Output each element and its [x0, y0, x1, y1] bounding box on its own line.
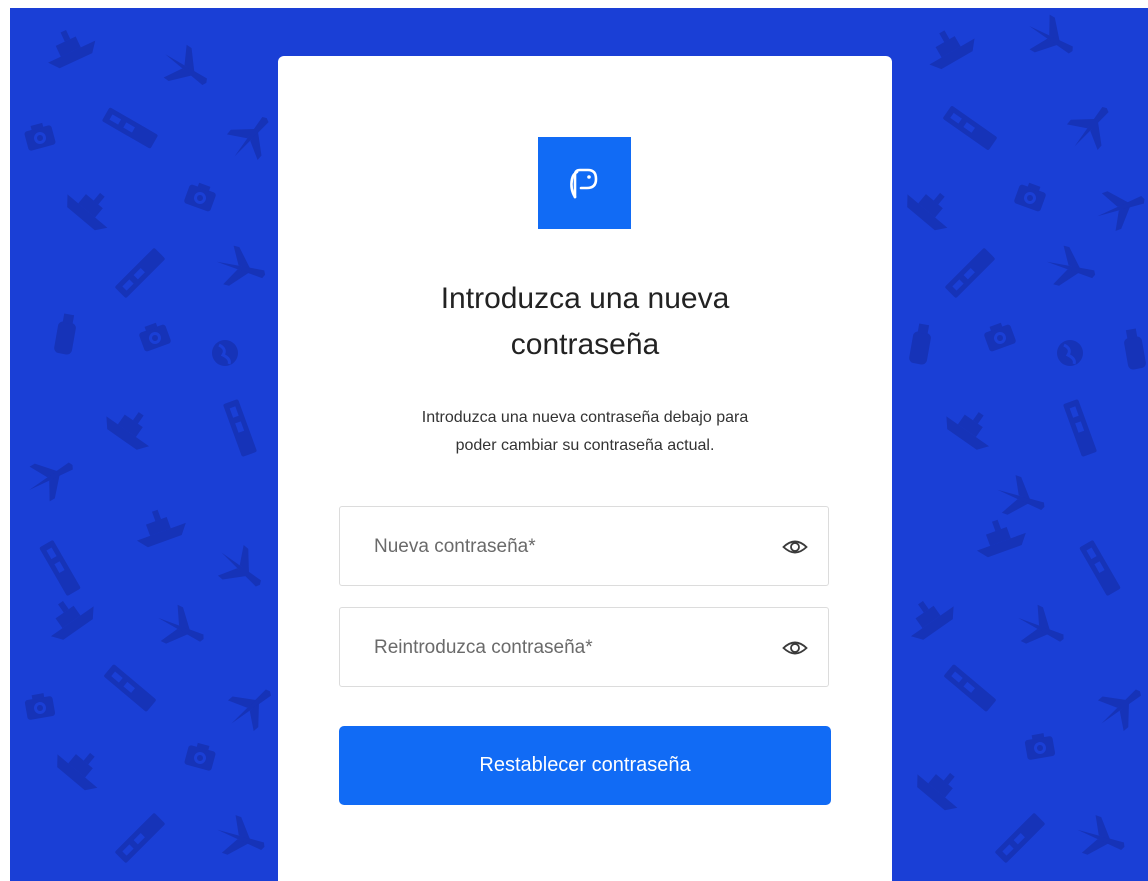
eye-icon[interactable]: [782, 638, 808, 658]
page-description-line-1: Introduzca una nueva contraseña debajo p…: [421, 409, 749, 426]
app-logo: [538, 137, 631, 229]
page-title-line-2: contraseña: [510, 328, 660, 361]
eye-icon[interactable]: [782, 537, 808, 557]
confirm-password-field: [339, 607, 829, 687]
page-description: Introduzca una nueva contraseña debajo p…: [278, 404, 892, 460]
page-title-line-1: Introduzca una nueva: [440, 282, 730, 315]
p-logo-icon: [569, 168, 597, 199]
new-password-field: [339, 506, 829, 586]
page-title: Introduzca una nueva contraseña: [278, 276, 892, 368]
confirm-password-input[interactable]: [374, 634, 754, 662]
reset-password-button[interactable]: Restablecer contraseña: [339, 726, 831, 805]
new-password-input[interactable]: [374, 533, 754, 561]
reset-password-card: Introduzca una nueva contraseña Introduz…: [278, 56, 892, 881]
page-description-line-2: poder cambiar su contraseña actual.: [455, 437, 715, 454]
background: Introduzca una nueva contraseña Introduz…: [10, 8, 1148, 881]
